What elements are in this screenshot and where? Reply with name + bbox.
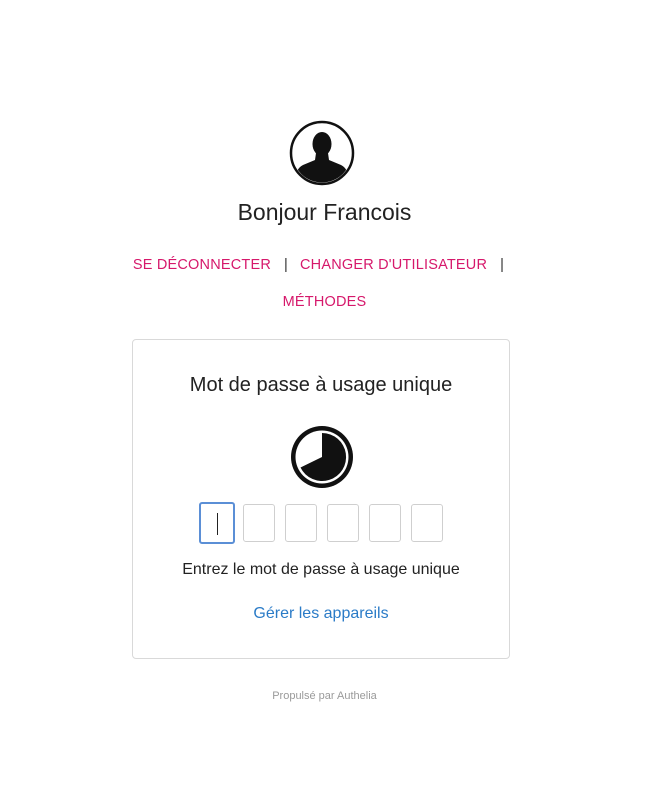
methods-links-row: MÉTHODES bbox=[0, 294, 649, 310]
link-separator: | bbox=[284, 257, 288, 273]
otp-digit-3[interactable] bbox=[285, 504, 317, 542]
otp-hint-text: Entrez le mot de passe à usage unique bbox=[182, 561, 460, 578]
user-avatar-icon bbox=[289, 120, 355, 186]
countdown-timer-icon bbox=[291, 426, 353, 488]
account-links-row: SE DÉCONNECTER | CHANGER D'UTILISATEUR | bbox=[0, 257, 649, 273]
logout-link[interactable]: SE DÉCONNECTER bbox=[133, 257, 271, 273]
text-caret bbox=[217, 513, 218, 535]
otp-digit-1[interactable] bbox=[199, 502, 235, 544]
otp-card-title: Mot de passe à usage unique bbox=[189, 374, 453, 396]
otp-digit-5[interactable] bbox=[369, 504, 401, 542]
switch-user-link[interactable]: CHANGER D'UTILISATEUR bbox=[300, 257, 487, 273]
manage-devices-link[interactable]: Gérer les appareils bbox=[133, 605, 509, 623]
otp-digit-2[interactable] bbox=[243, 504, 275, 542]
link-separator: | bbox=[500, 257, 505, 273]
greeting-title: Bonjour Francois bbox=[237, 199, 412, 225]
page: Bonjour Francois SE DÉCONNECTER | CHANGER … bbox=[0, 0, 649, 790]
otp-digit-6[interactable] bbox=[411, 504, 443, 542]
powered-by-footer: Propulsé par Authelia bbox=[272, 690, 377, 702]
otp-digit-4[interactable] bbox=[327, 504, 359, 542]
otp-card: Mot de passe à usage unique Entrez le mo… bbox=[132, 339, 510, 659]
methods-link[interactable]: MÉTHODES bbox=[283, 294, 367, 310]
